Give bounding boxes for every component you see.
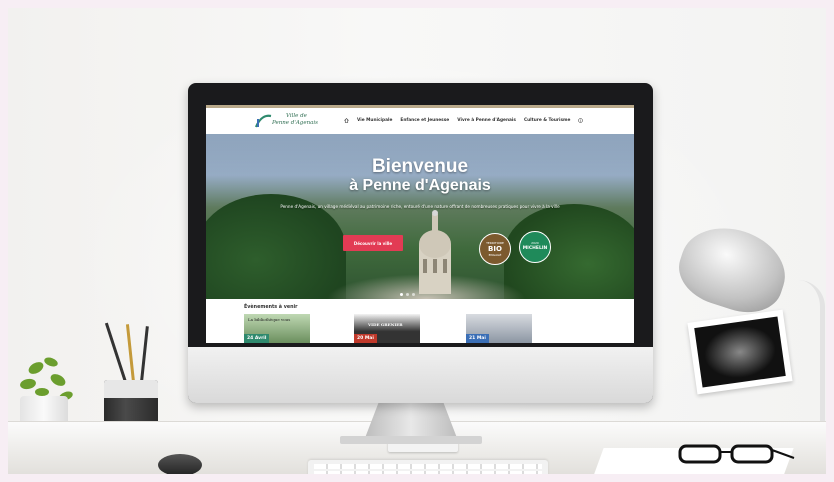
carousel-dot[interactable] — [400, 293, 403, 296]
territoire-bio-badge[interactable]: TERRITOIRE BIO ENGAGÉ — [479, 233, 511, 265]
logo-mark-icon — [254, 114, 272, 128]
home-icon[interactable] — [344, 118, 349, 123]
bio-badge-main: BIO — [488, 245, 502, 253]
logo-line1: Ville de — [286, 113, 307, 119]
monitor-stand — [365, 402, 457, 438]
menu-item-enfance-jeunesse[interactable]: Enfance et Jeunesse — [400, 118, 449, 123]
event-date: 20 Mai — [354, 334, 377, 343]
bio-badge-bottom: ENGAGÉ — [488, 253, 502, 257]
keyboard — [308, 460, 548, 474]
mouse — [158, 454, 202, 474]
hero-banner: Bienvenue à Penne d'Agenais Penne d'Agen… — [206, 134, 634, 299]
logo-line2: Penne d'Agenais — [272, 120, 318, 126]
glasses — [678, 444, 795, 464]
site-logo[interactable]: Ville de Penne d'Agenais — [254, 111, 326, 131]
event-card[interactable]: 21 Mai — [466, 314, 532, 343]
site-header: Ville de Penne d'Agenais Vie Municipale … — [206, 108, 634, 134]
event-image-text: La bibliothèque vous — [248, 317, 291, 322]
monitor: Ville de Penne d'Agenais Vie Municipale … — [188, 83, 653, 403]
basilica-image — [419, 210, 451, 294]
hero-title-line2: à Penne d'Agenais — [349, 177, 491, 194]
ultrasound-photo — [687, 309, 793, 395]
carousel-dots — [400, 293, 415, 296]
main-menu: Vie Municipale Enfance et Jeunesse Vivre… — [344, 118, 584, 123]
event-card[interactable]: VIDE GRENIER 20 Mai — [354, 314, 420, 343]
hero-subtitle: Penne d'Agenais, un village médiéval au … — [280, 204, 560, 209]
events-title: Évènements à venir — [244, 305, 298, 310]
menu-item-culture-tourisme[interactable]: Culture & Tourisme — [524, 118, 570, 123]
menu-item-vivre[interactable]: Vivre à Penne d'Agenais — [457, 118, 516, 123]
event-card[interactable]: La bibliothèque vous 24 Avril — [244, 314, 310, 343]
events-section: Évènements à venir La bibliothèque vous … — [206, 299, 634, 343]
discover-city-button[interactable]: Découvrir la ville — [343, 235, 403, 251]
carousel-dot[interactable] — [406, 293, 409, 296]
menu-item-vie-municipale[interactable]: Vie Municipale — [357, 118, 392, 123]
website-screen: Ville de Penne d'Agenais Vie Municipale … — [206, 105, 634, 343]
hero-title: Bienvenue à Penne d'Agenais — [206, 156, 634, 195]
info-icon[interactable] — [578, 118, 584, 123]
michelin-badge[interactable]: 2020 MICHELIN — [519, 231, 551, 263]
event-date: 24 Avril — [244, 334, 270, 343]
event-date: 21 Mai — [466, 334, 489, 343]
event-image-text: VIDE GRENIER — [368, 322, 403, 327]
carousel-dot[interactable] — [412, 293, 415, 296]
michelin-badge-main: MICHELIN — [522, 246, 548, 251]
hero-title-line1: Bienvenue — [371, 156, 469, 177]
